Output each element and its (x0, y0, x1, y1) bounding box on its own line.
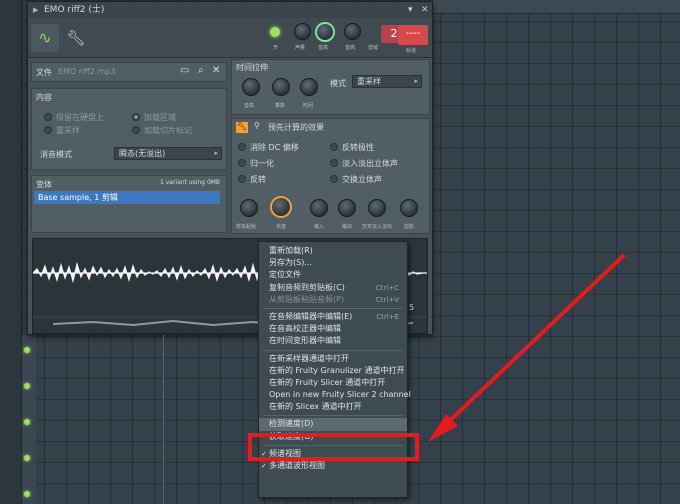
annotation-arrow-icon (428, 253, 626, 442)
